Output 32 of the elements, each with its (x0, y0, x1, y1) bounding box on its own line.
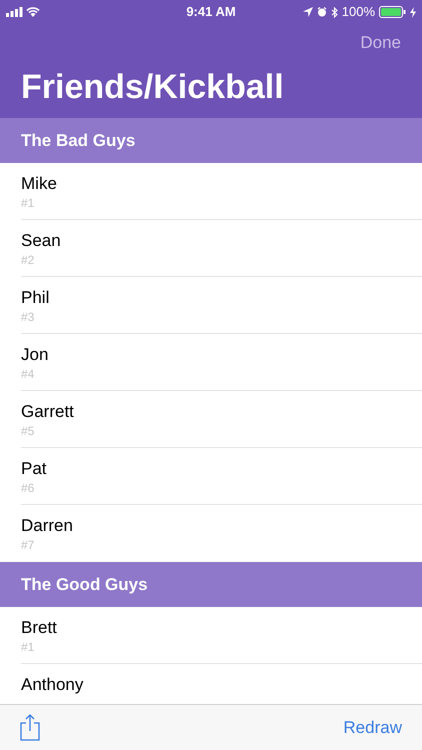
player-number: #3 (21, 310, 34, 324)
alarm-clock-icon (316, 7, 327, 17)
status-time: 9:41 AM (186, 3, 236, 22)
player-number: #7 (21, 538, 34, 552)
player-number: #2 (21, 253, 34, 267)
player-name: Brett (21, 617, 58, 639)
battery-icon (379, 6, 406, 18)
player-name: Jon (21, 344, 50, 366)
redraw-button[interactable]: Redraw (343, 714, 402, 740)
player-name: Darren (21, 515, 74, 537)
done-button[interactable]: Done (360, 30, 401, 56)
wifi-icon (26, 7, 40, 17)
player-number: #6 (21, 481, 34, 495)
signal-icon (6, 7, 23, 17)
player-number: #1 (21, 640, 34, 654)
section-header: The Bad Guys (0, 118, 422, 163)
player-name: Mike (21, 173, 58, 195)
battery-percent: 100% (342, 3, 375, 22)
page-title: Friends/Kickball (20, 70, 285, 104)
charging-bolt-icon (410, 6, 416, 18)
player-name: Pat (21, 458, 48, 480)
location-arrow-icon (302, 7, 313, 17)
section-header: The Good Guys (0, 562, 422, 607)
share-icon[interactable] (20, 714, 40, 741)
player-number: #5 (21, 424, 34, 438)
player-number: #1 (21, 196, 34, 210)
player-number: #4 (21, 367, 34, 381)
player-name: Garrett (21, 401, 75, 423)
player-name: Anthony (21, 674, 84, 696)
bluetooth-icon (330, 6, 338, 18)
player-name: Phil (21, 287, 50, 309)
player-name: Sean (21, 230, 62, 252)
